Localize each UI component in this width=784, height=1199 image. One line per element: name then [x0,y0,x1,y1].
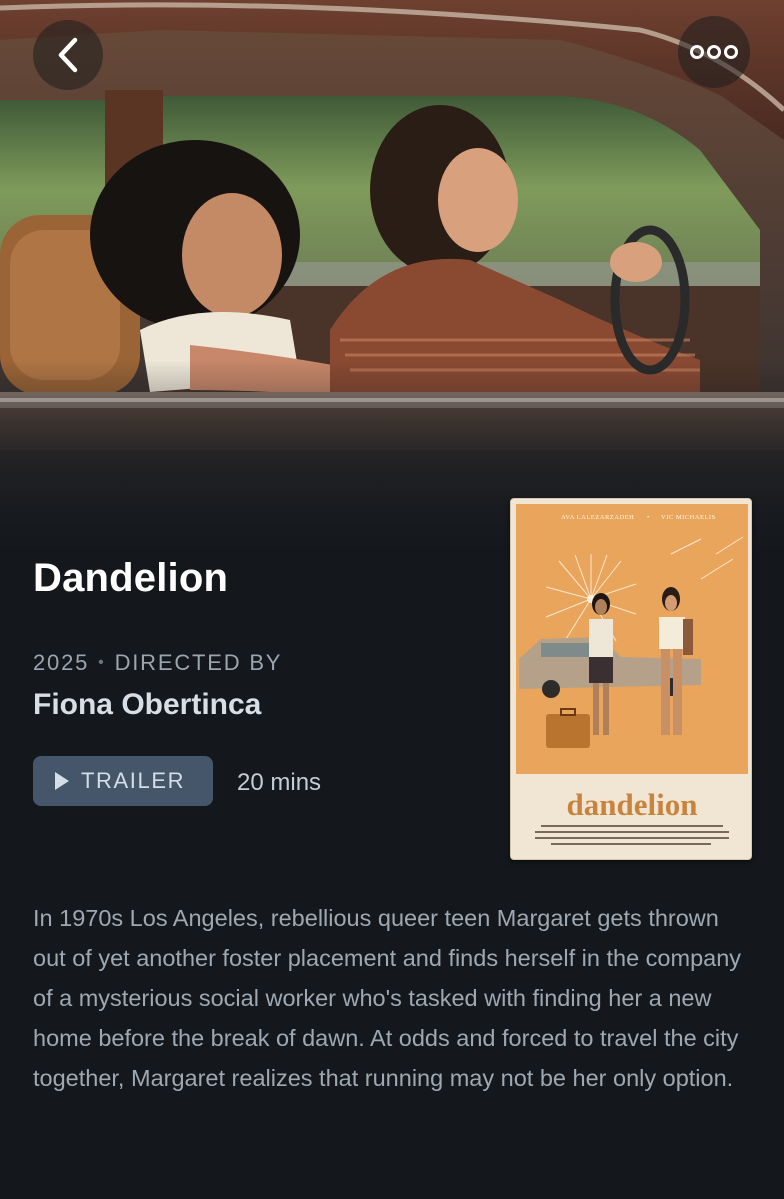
trailer-button[interactable]: TRAILER [33,756,213,806]
play-icon [55,772,69,790]
director-name[interactable]: Fiona Obertinca [33,688,261,722]
film-year[interactable]: 2025 [33,650,89,676]
poster-art: AVA LALEZARZADEH • VIC MICHAELIS dandeli… [516,504,748,845]
directed-by-label: DIRECTED BY [114,650,283,675]
meta-separator: • [98,654,106,671]
film-title: Dandelion [33,556,229,600]
poster-credits [535,825,729,845]
more-horizontal-icon [690,45,738,59]
svg-text:•: • [647,514,650,521]
trailer-label: TRAILER [81,768,186,793]
film-synopsis: In 1970s Los Angeles, rebellious queer t… [33,905,742,1091]
poster-wordmark: dandelion [567,787,698,822]
chevron-left-icon [58,37,78,73]
poster-cast-left: AVA LALEZARZADEH [561,514,634,521]
film-meta: 2025 • DIRECTED BY [33,650,282,676]
back-button[interactable] [33,20,103,90]
runtime: 20 mins [237,769,322,796]
poster-cast-right: VIC MICHAELIS [661,514,716,521]
film-poster[interactable]: AVA LALEZARZADEH • VIC MICHAELIS dandeli… [510,498,752,860]
more-options-button[interactable] [678,16,750,88]
backdrop-image [0,0,784,560]
